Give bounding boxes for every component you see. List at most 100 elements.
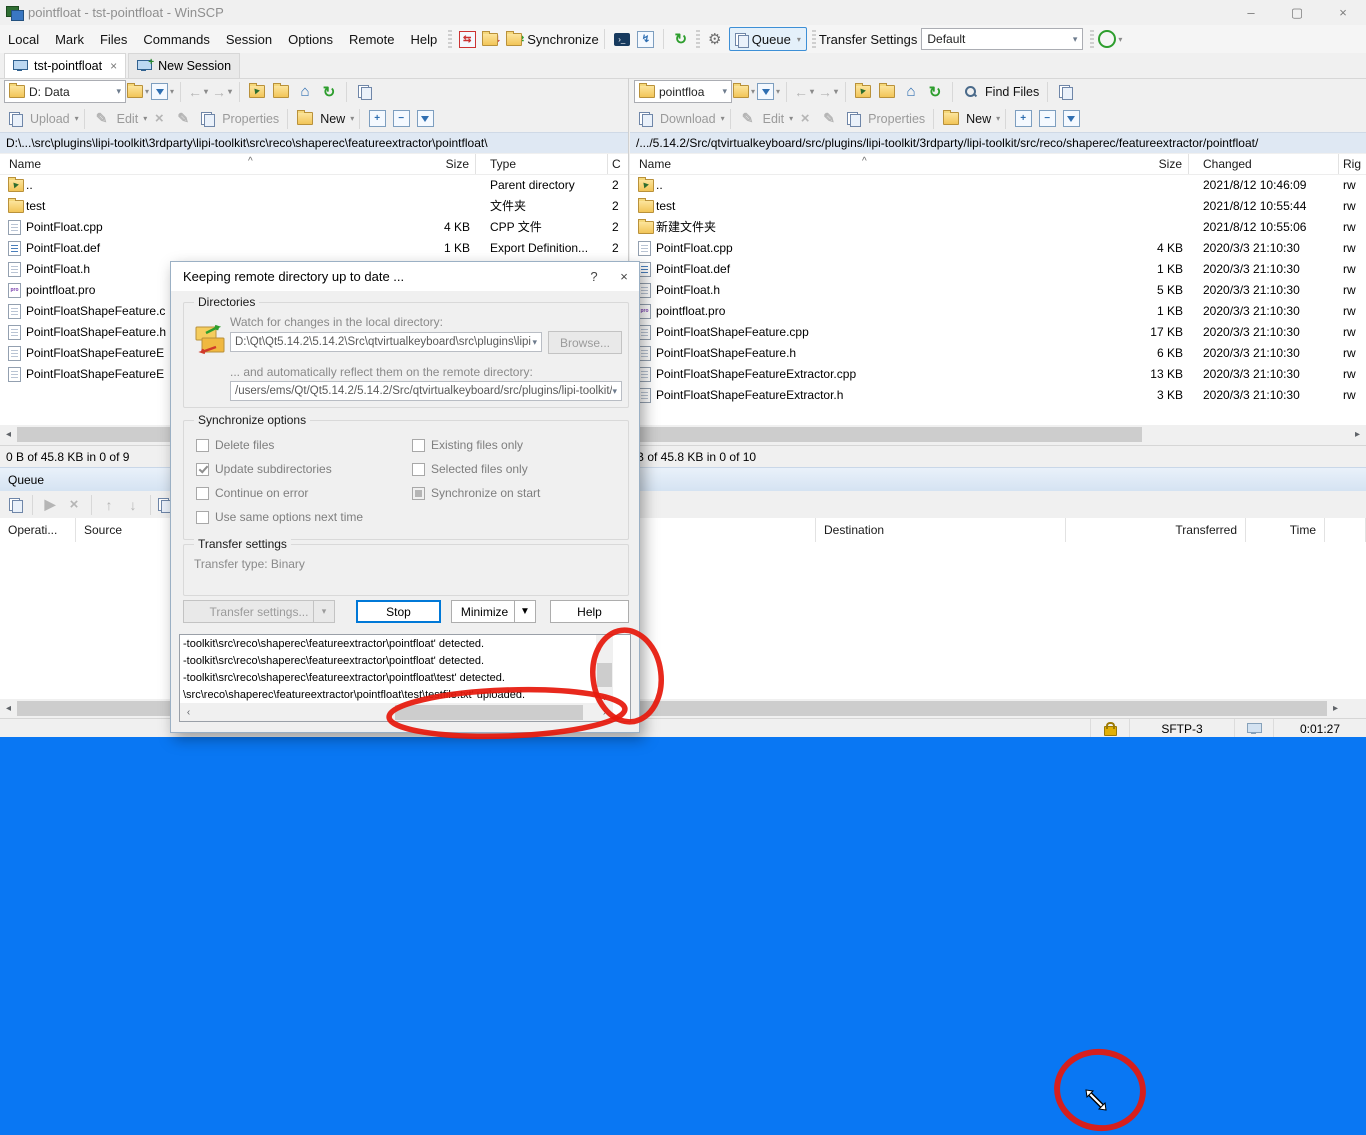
select-remove-icon[interactable]: − (1036, 108, 1058, 130)
rename-icon[interactable]: ✎ (818, 108, 840, 130)
new-icon[interactable] (294, 108, 316, 130)
rename-icon[interactable]: ✎ (172, 108, 194, 130)
invert-selection-icon[interactable] (1060, 108, 1082, 130)
queue-column-4[interactable]: Time (1246, 518, 1325, 542)
filter-icon[interactable]: ▾ (151, 81, 174, 103)
edit-icon[interactable]: ✎ (91, 108, 113, 130)
scroll-right-icon[interactable]: › (596, 707, 613, 718)
checkbox[interactable] (196, 463, 209, 476)
queue-new-icon[interactable]: ▸ (4, 494, 26, 516)
file-row[interactable]: test文件夹2 (0, 196, 628, 217)
file-row[interactable]: PointFloatShapeFeatureExtractor.h3 KB202… (630, 385, 1366, 406)
edit-button[interactable]: Edit (117, 112, 139, 126)
upload-button[interactable]: Upload (30, 112, 70, 126)
queue-column-3[interactable]: Transferred (1066, 518, 1246, 542)
sync-browsing-icon[interactable]: ⇅ (480, 28, 502, 50)
dialog-help-icon[interactable]: ? (579, 269, 609, 284)
activity-log[interactable]: -toolkit\src\reco\shaperec\featureextrac… (179, 634, 631, 722)
synchronize-globe-icon[interactable]: ▾ (1098, 28, 1122, 50)
remote-drive-select[interactable]: pointfloa▾ (634, 80, 732, 103)
file-row[interactable]: test2021/8/12 10:55:44rw (630, 196, 1366, 217)
remote-directory-combo[interactable]: /users/ems/Qt/Qt5.14.2/5.14.2/Src/qtvirt… (230, 381, 622, 401)
transfer-settings-preset-select[interactable]: Default▾ (921, 28, 1083, 50)
checkbox-row[interactable]: Selected files only (412, 461, 622, 477)
session-tab-new[interactable]: + New Session (128, 53, 240, 78)
delete-icon[interactable]: × (148, 108, 170, 130)
transfer-settings-button[interactable]: Transfer settings... ▾ (183, 600, 335, 623)
sync-folders-icon[interactable]: ⇄ (504, 28, 526, 50)
synchronize-label[interactable]: Synchronize (527, 32, 599, 47)
menu-help[interactable]: Help (402, 32, 445, 47)
file-row[interactable]: PointFloat.cpp4 KB2020/3/3 21:10:30rw (630, 238, 1366, 259)
properties-icon[interactable] (842, 108, 864, 130)
filter-icon[interactable]: ▾ (757, 81, 780, 103)
home-directory-icon[interactable]: ⌂ (294, 81, 316, 103)
select-add-icon[interactable]: + (366, 108, 388, 130)
session-tab-active[interactable]: tst-pointfloat × (4, 53, 126, 78)
home-directory-icon[interactable]: ⌂ (900, 81, 922, 103)
scroll-left-icon[interactable]: ‹ (180, 707, 197, 718)
queue-play-icon[interactable]: ▶ (39, 494, 61, 516)
local-directory-combo[interactable]: D:\Qt\Qt5.14.2\5.14.2\Src\qtvirtualkeybo… (230, 332, 542, 352)
menu-commands[interactable]: Commands (135, 32, 217, 47)
close-session-tab-icon[interactable]: × (110, 59, 117, 73)
download-icon[interactable] (634, 108, 656, 130)
forward-icon[interactable]: →▾ (211, 81, 233, 103)
file-row[interactable]: PointFloat.def1 KBExport Definition...2 (0, 238, 628, 259)
commander-layout-icon[interactable]: ⇆ (456, 28, 478, 50)
select-add-icon[interactable]: + (1012, 108, 1034, 130)
copy-path-icon[interactable] (353, 81, 375, 103)
checkbox[interactable] (196, 439, 209, 452)
refresh-icon[interactable]: ↻ (924, 81, 946, 103)
local-drive-select[interactable]: D: Data▾ (4, 80, 126, 103)
file-row[interactable]: PointFloatShapeFeature.cpp17 KB2020/3/3 … (630, 322, 1366, 343)
checkbox[interactable] (196, 487, 209, 500)
checkbox-row[interactable]: Use same options next time (196, 509, 406, 525)
remote-list-header[interactable]: Name Size Changed Rig ^ (630, 154, 1366, 175)
checkbox[interactable] (196, 511, 209, 524)
new-button[interactable]: New (966, 112, 991, 126)
queue-column-0[interactable]: Operati... (0, 518, 76, 542)
open-directory-icon[interactable]: ▾ (127, 81, 149, 103)
checkbox[interactable] (412, 463, 425, 476)
back-icon[interactable]: ←▾ (793, 81, 815, 103)
parent-directory-icon[interactable] (852, 81, 874, 103)
back-icon[interactable]: ←▾ (187, 81, 209, 103)
file-row[interactable]: ..Parent directory2 (0, 175, 628, 196)
properties-button[interactable]: Properties (868, 112, 925, 126)
parent-directory-icon[interactable] (246, 81, 268, 103)
browse-button[interactable]: Browse... (548, 331, 622, 354)
download-button[interactable]: Download (660, 112, 716, 126)
delete-icon[interactable]: × (794, 108, 816, 130)
minimize-dialog-button[interactable]: Minimize ▼ (451, 600, 536, 623)
queue-delete-icon[interactable]: × (63, 494, 85, 516)
menu-files[interactable]: Files (92, 32, 135, 47)
remote-path-bar[interactable]: /.../5.14.2/Src/qtvirtualkeyboard/src/pl… (630, 132, 1366, 153)
checkbox[interactable] (412, 487, 425, 500)
refresh-session-icon[interactable]: ↻ (670, 28, 692, 50)
menu-remote[interactable]: Remote (341, 32, 403, 47)
new-icon[interactable] (940, 108, 962, 130)
local-path-bar[interactable]: D:\...\src\plugins\lipi-toolkit\3rdparty… (0, 132, 628, 153)
checkbox[interactable] (412, 439, 425, 452)
invert-selection-icon[interactable] (414, 108, 436, 130)
close-button[interactable]: × (1320, 0, 1366, 25)
properties-icon[interactable] (196, 108, 218, 130)
open-directory-icon[interactable]: ▾ (733, 81, 755, 103)
queue-move-down-icon[interactable]: ↓ (122, 494, 144, 516)
edit-button[interactable]: Edit (763, 112, 785, 126)
edit-icon[interactable]: ✎ (737, 108, 759, 130)
file-row[interactable]: PointFloat.h5 KB2020/3/3 21:10:30rw (630, 280, 1366, 301)
minimize-dropdown-icon[interactable]: ▼ (514, 601, 535, 622)
root-directory-icon[interactable] (876, 81, 898, 103)
checkbox-row[interactable]: Existing files only (412, 437, 622, 453)
properties-button[interactable]: Properties (222, 112, 279, 126)
checkbox-row[interactable]: Synchronize on start (412, 485, 622, 501)
file-row[interactable]: ..2021/8/12 10:46:09rw (630, 175, 1366, 196)
file-row[interactable]: 新建文件夹2021/8/12 10:55:06rw (630, 217, 1366, 238)
scroll-down-icon[interactable]: ˅ (596, 693, 613, 703)
preferences-gear-icon[interactable]: ⚙ (704, 28, 726, 50)
forward-icon[interactable]: →▾ (817, 81, 839, 103)
file-row[interactable]: propointfloat.pro1 KB2020/3/3 21:10:30rw (630, 301, 1366, 322)
menu-local[interactable]: Local (0, 32, 47, 47)
